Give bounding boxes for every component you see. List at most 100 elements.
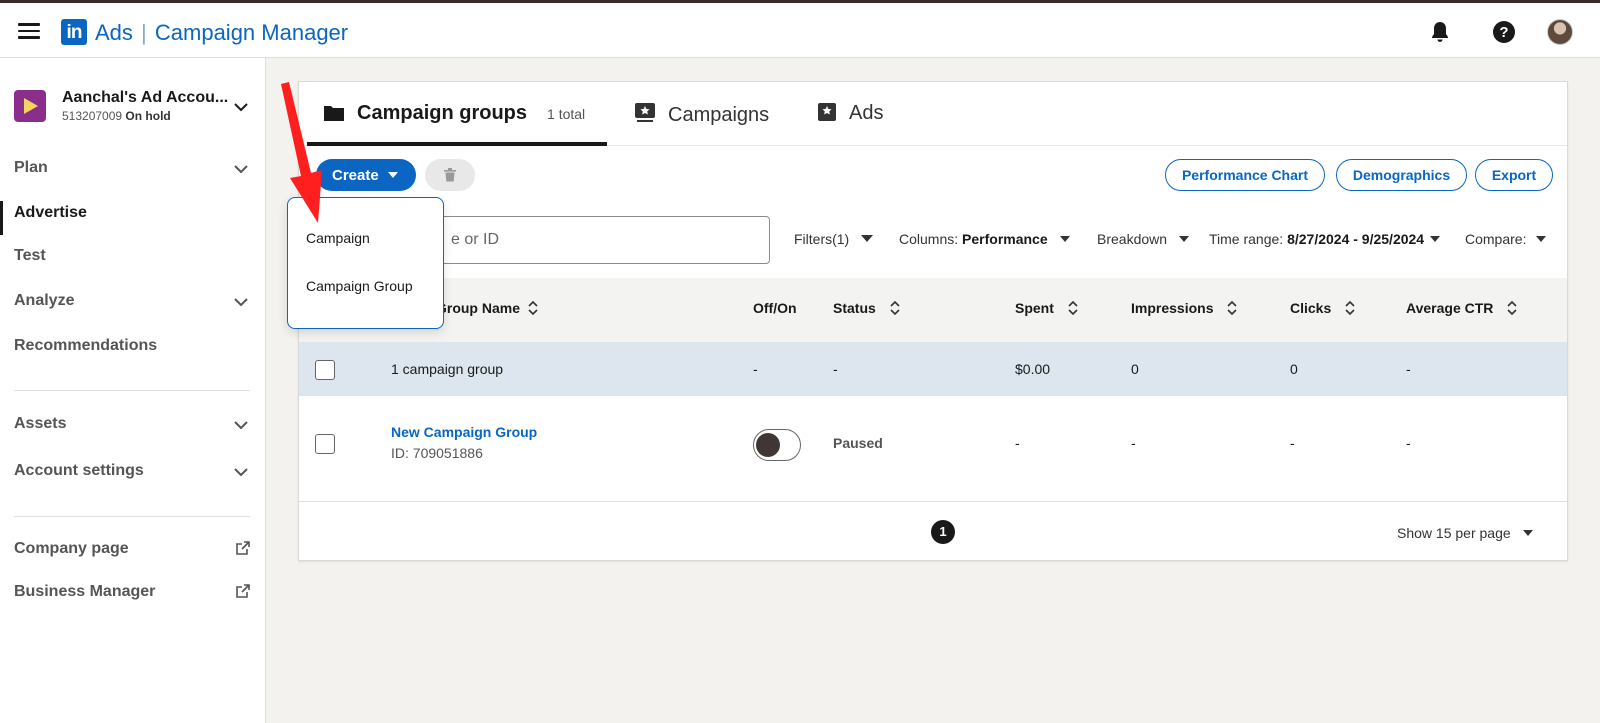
account-logo xyxy=(14,90,46,122)
column-header-average-ctr[interactable]: Average CTR xyxy=(1406,300,1517,316)
product-name: Campaign Manager xyxy=(154,20,349,45)
table-header: gn Group Name Off/On Status Spent Impres… xyxy=(299,278,1567,342)
column-header-spent[interactable]: Spent xyxy=(1015,300,1078,316)
compare-dropdown[interactable]: Compare: xyxy=(1465,231,1547,247)
sidebar-item-analyze[interactable]: Analyze xyxy=(14,292,74,310)
sidebar-item-assets[interactable]: Assets xyxy=(14,415,66,433)
svg-text:?: ? xyxy=(1499,24,1508,41)
sidebar-item-company-page[interactable]: Company page xyxy=(14,540,129,558)
caret-down-icon xyxy=(861,235,874,242)
sort-icon xyxy=(890,300,900,316)
delete-button[interactable] xyxy=(425,159,475,191)
external-link-icon[interactable] xyxy=(236,584,250,598)
tab-label: Ads xyxy=(849,102,884,124)
performance-chart-button[interactable]: Performance Chart xyxy=(1165,159,1325,191)
menu-icon[interactable] xyxy=(18,23,40,39)
active-indicator xyxy=(0,201,3,235)
account-chevron-down-icon[interactable] xyxy=(234,102,248,112)
ad-icon xyxy=(818,103,836,121)
menu-item-campaign[interactable]: Campaign xyxy=(306,230,370,246)
title-separator: | xyxy=(141,20,147,45)
per-page-label: Show 15 per page xyxy=(1397,525,1511,541)
sidebar-divider xyxy=(14,390,250,391)
sidebar-item-recommendations[interactable]: Recommendations xyxy=(14,337,157,355)
caret-down-icon xyxy=(1430,236,1441,242)
row-ctr: - xyxy=(1406,435,1411,451)
sidebar-item-plan[interactable]: Plan xyxy=(14,159,48,177)
profile-avatar[interactable] xyxy=(1547,19,1573,45)
sidebar-item-advertise[interactable]: Advertise xyxy=(14,204,87,222)
tab-active-underline xyxy=(307,142,607,146)
sidebar-item-account-settings[interactable]: Account settings xyxy=(14,462,144,480)
row-impressions: - xyxy=(1131,435,1136,451)
summary-spent: $0.00 xyxy=(1015,361,1051,377)
campaign-card: Campaign groups 1 total Campaigns Ads Cre… xyxy=(298,81,1568,561)
status-toggle[interactable] xyxy=(753,429,801,461)
tab-label: Campaigns xyxy=(668,104,770,126)
tab-bar: Campaign groups 1 total Campaigns Ads xyxy=(299,82,1567,146)
time-range-dropdown[interactable]: Time range: 8/27/2024 - 9/25/2024 xyxy=(1209,231,1441,247)
caret-down-icon xyxy=(1536,236,1547,242)
app-title[interactable]: Ads | Campaign Manager xyxy=(95,20,348,46)
columns-dropdown[interactable]: Columns: Performance xyxy=(899,231,1070,247)
campaign-group-id: ID: 709051886 xyxy=(391,445,483,461)
tab-count: 1 total xyxy=(547,106,586,122)
campaign-group-name-link[interactable]: New Campaign Group xyxy=(391,424,537,440)
summary-clicks: 0 xyxy=(1290,361,1298,377)
sidebar-item-test[interactable]: Test xyxy=(14,247,46,265)
top-bar: in Ads | Campaign Manager ? xyxy=(0,0,1600,58)
toggle-knob xyxy=(756,433,780,457)
sidebar: Aanchal's Ad Accou... 513207009 On hold … xyxy=(0,58,266,723)
column-label: Status xyxy=(833,300,876,316)
filters-label: Filters(1) xyxy=(794,231,850,247)
summary-offon: - xyxy=(753,361,758,377)
columns-value: Performance xyxy=(962,231,1048,247)
summary-ctr: - xyxy=(1406,361,1411,377)
external-link-icon[interactable] xyxy=(236,541,250,555)
breakdown-dropdown[interactable]: Breakdown xyxy=(1097,231,1190,247)
sort-icon xyxy=(1068,300,1078,316)
table-row: New Campaign Group ID: 709051886 Paused … xyxy=(299,396,1567,502)
sidebar-item-business-manager[interactable]: Business Manager xyxy=(14,583,155,601)
per-page-dropdown[interactable]: Show 15 per page xyxy=(1397,525,1533,541)
plan-chevron-down-icon[interactable] xyxy=(234,164,248,174)
summary-row: 1 campaign group - - $0.00 0 0 - xyxy=(299,342,1567,396)
app-name: Ads xyxy=(95,20,133,45)
account-name[interactable]: Aanchal's Ad Accou... xyxy=(62,89,228,107)
summary-name: 1 campaign group xyxy=(391,361,504,377)
pagination-page-button[interactable]: 1 xyxy=(931,520,955,544)
trash-icon xyxy=(444,168,456,182)
select-all-checkbox[interactable] xyxy=(315,360,335,380)
column-label: Spent xyxy=(1015,300,1054,316)
compare-label: Compare: xyxy=(1465,231,1527,247)
column-header-clicks[interactable]: Clicks xyxy=(1290,300,1355,316)
caret-down-icon xyxy=(388,172,398,178)
assets-chevron-down-icon[interactable] xyxy=(234,420,248,430)
filters-dropdown[interactable]: Filters(1) xyxy=(794,231,874,247)
row-spent: - xyxy=(1015,435,1020,451)
help-icon[interactable]: ? xyxy=(1492,20,1516,44)
notifications-bell-icon[interactable] xyxy=(1428,20,1452,44)
account-id-status: 513207009 On hold xyxy=(62,109,171,123)
column-label: Impressions xyxy=(1131,300,1214,316)
analyze-chevron-down-icon[interactable] xyxy=(234,297,248,307)
tab-campaign-groups[interactable]: Campaign groups 1 total xyxy=(323,102,585,125)
export-button[interactable]: Export xyxy=(1475,159,1553,191)
breakdown-label: Breakdown xyxy=(1097,231,1168,247)
menu-item-campaign-group[interactable]: Campaign Group xyxy=(306,278,413,294)
column-header-impressions[interactable]: Impressions xyxy=(1131,300,1238,316)
annotation-arrow-icon xyxy=(281,82,322,223)
row-clicks: - xyxy=(1290,435,1295,451)
search-input[interactable]: e or ID xyxy=(430,216,770,264)
demographics-button[interactable]: Demographics xyxy=(1336,159,1467,191)
account-status: On hold xyxy=(125,109,171,123)
account-settings-chevron-down-icon[interactable] xyxy=(234,467,248,477)
row-checkbox[interactable] xyxy=(315,434,335,454)
column-header-status[interactable]: Status xyxy=(833,300,900,316)
tab-campaigns[interactable]: Campaigns xyxy=(634,102,769,127)
sidebar-divider xyxy=(14,516,250,517)
tab-ads[interactable]: Ads xyxy=(817,102,883,125)
account-id: 513207009 xyxy=(62,109,123,123)
search-placeholder: e or ID xyxy=(451,231,500,248)
summary-status: - xyxy=(833,361,838,377)
